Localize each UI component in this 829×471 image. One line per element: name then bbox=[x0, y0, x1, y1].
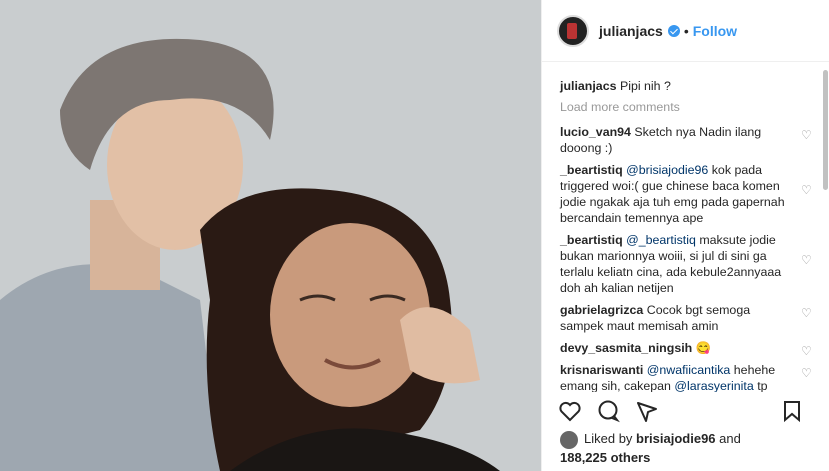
load-more-comments-link[interactable]: Load more comments bbox=[560, 100, 813, 114]
comment-mention[interactable]: @brisiajodie96 bbox=[626, 163, 708, 177]
post-side-panel: julianjacs • Follow julianjacs Pipi nih … bbox=[541, 0, 829, 471]
comment-item: lucio_van94 Sketch nya Nadin ilang dooon… bbox=[560, 124, 813, 156]
liker-username[interactable]: brisiajodie96 bbox=[636, 431, 715, 446]
comments-scrollbar[interactable] bbox=[821, 62, 829, 392]
comment-icon[interactable] bbox=[596, 399, 620, 423]
caption-text: Pipi nih ? bbox=[619, 79, 671, 93]
heart-icon[interactable]: ♡ bbox=[801, 305, 813, 320]
post-photo[interactable] bbox=[0, 0, 541, 471]
comment-username[interactable]: lucio_van94 bbox=[560, 125, 631, 139]
heart-icon[interactable]: ♡ bbox=[801, 182, 813, 197]
comment-item: krisnariswanti @nwafiicantika hehehe ema… bbox=[560, 362, 813, 392]
comment-item: _beartistiq @_beartistiq maksute jodie b… bbox=[560, 232, 813, 296]
instagram-post: julianjacs • Follow julianjacs Pipi nih … bbox=[0, 0, 829, 471]
comment-mention[interactable]: @nwafiicantika bbox=[647, 363, 731, 377]
heart-icon[interactable]: ♡ bbox=[801, 127, 813, 142]
caption-username[interactable]: julianjacs bbox=[560, 79, 616, 93]
username[interactable]: julianjacs bbox=[599, 23, 663, 39]
likes-summary: Liked by brisiajodie96 and 188,225 other… bbox=[560, 430, 741, 466]
heart-icon[interactable]: ♡ bbox=[801, 343, 813, 358]
likes-count[interactable]: 188,225 others bbox=[560, 450, 650, 465]
scrollbar-thumb[interactable] bbox=[823, 70, 828, 190]
save-icon[interactable] bbox=[780, 399, 804, 423]
comment-item: _beartistiq @brisiajodie96 kok pada trig… bbox=[560, 162, 813, 226]
comment-text: tp bbox=[757, 379, 768, 392]
likes-and: and bbox=[719, 431, 741, 446]
comment-username[interactable]: _beartistiq bbox=[560, 233, 623, 247]
heart-icon[interactable] bbox=[558, 399, 582, 423]
comment-mention[interactable]: @larasyerinita bbox=[674, 379, 753, 392]
separator-dot: • bbox=[683, 22, 689, 39]
photo-illustration bbox=[0, 0, 541, 471]
verified-badge-icon bbox=[667, 24, 680, 37]
comment-username[interactable]: devy_sasmita_ningsih bbox=[560, 341, 692, 355]
post-header: julianjacs • Follow bbox=[542, 0, 829, 62]
comment-username[interactable]: krisnariswanti bbox=[560, 363, 643, 377]
liked-by-label: Liked by bbox=[584, 431, 633, 446]
follow-button[interactable]: Follow bbox=[693, 23, 737, 39]
share-icon[interactable] bbox=[634, 399, 658, 423]
heart-icon[interactable]: ♡ bbox=[801, 252, 813, 267]
comment-username[interactable]: _beartistiq bbox=[560, 163, 623, 177]
caption: julianjacs Pipi nih ? bbox=[560, 78, 813, 94]
action-bar bbox=[558, 392, 818, 430]
comment-item: devy_sasmita_ningsih 😋 ♡ bbox=[560, 340, 813, 358]
comments-list: julianjacs Pipi nih ? Load more comments… bbox=[542, 62, 829, 392]
heart-icon[interactable]: ♡ bbox=[801, 365, 813, 380]
comment-text: 😋 bbox=[695, 341, 712, 355]
avatar[interactable] bbox=[557, 14, 589, 47]
comment-item: gabrielagrizca Cocok bgt semoga sampek m… bbox=[560, 302, 813, 334]
liker-avatar[interactable] bbox=[560, 430, 578, 449]
comment-mention[interactable]: @_beartistiq bbox=[626, 233, 696, 247]
comment-username[interactable]: gabrielagrizca bbox=[560, 303, 643, 317]
